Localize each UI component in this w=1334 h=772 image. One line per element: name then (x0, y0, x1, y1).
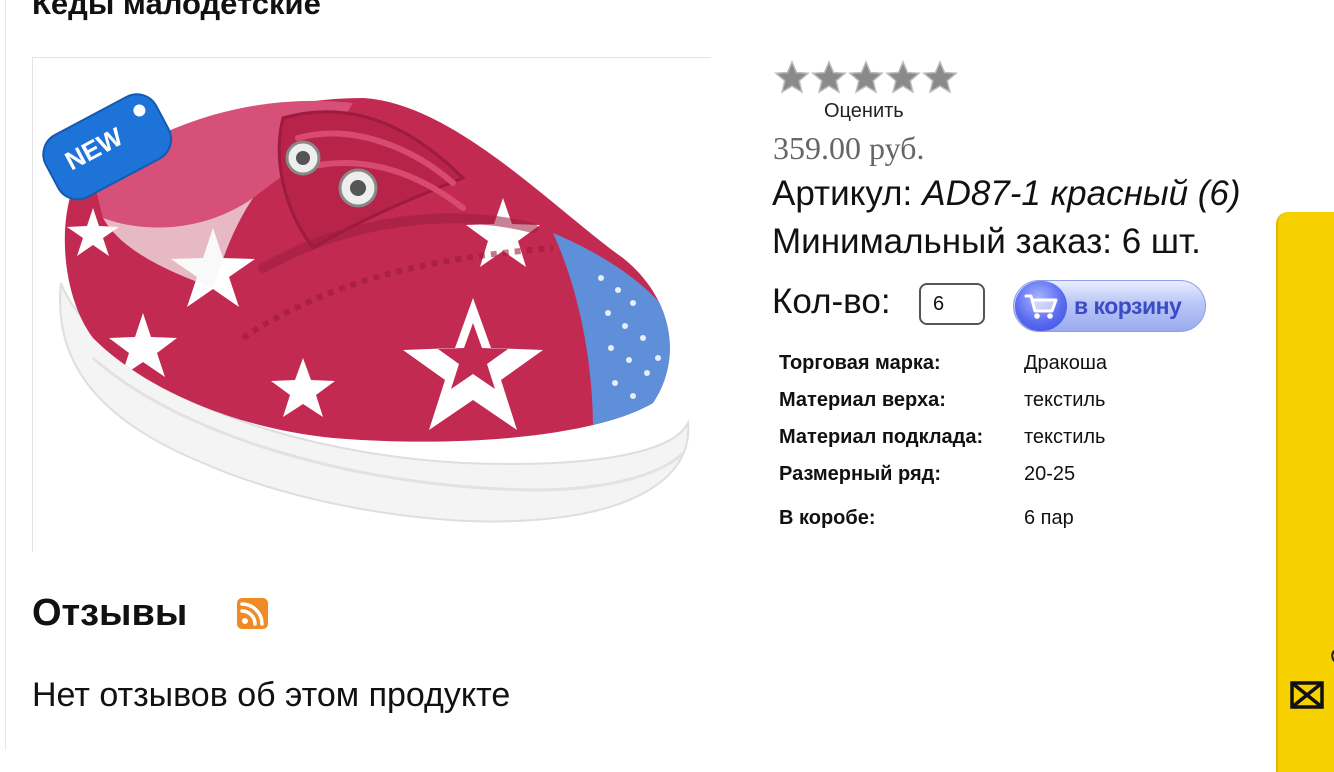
property-key: Материал верха: (779, 389, 946, 411)
property-value: текстиль (1024, 426, 1106, 448)
rating-widget[interactable]: Оценить (774, 60, 958, 122)
property-value: Дракоша (1024, 352, 1108, 374)
product-price: 359.00 руб. (773, 130, 925, 166)
property-key: Торговая марка: (779, 352, 941, 374)
quantity-label: Кол-во: (772, 282, 891, 321)
star-icon[interactable] (922, 60, 958, 94)
property-value: 20-25 (1024, 463, 1076, 485)
quantity-input[interactable] (919, 283, 985, 325)
no-reviews-text: Нет отзывов об этом продукте (32, 676, 511, 714)
star-icon[interactable] (885, 60, 921, 94)
property-value: текстиль (1024, 389, 1106, 411)
property-key: Размерный ряд: (779, 463, 942, 485)
product-photo[interactable]: NEW (32, 57, 711, 552)
rate-link[interactable]: Оценить (824, 100, 904, 123)
property-key: Материал подклада: (779, 426, 984, 448)
property-value: 6 пар (1024, 507, 1074, 529)
property-key: В коробе: (779, 507, 876, 529)
page-left-border (5, 0, 6, 750)
add-to-cart-label: в корзину (1074, 293, 1182, 319)
sku-line: Артикул: AD87-1 красный (6) (772, 174, 1241, 214)
mail-icon (1290, 681, 1324, 709)
min-order: Минимальный заказ: 6 шт. (772, 222, 1201, 261)
star-icon[interactable] (774, 60, 810, 94)
cart-icon-circle (1015, 281, 1067, 331)
ask-consultant-tab[interactable]: Задать вопрос консультанту (1276, 212, 1334, 772)
rating-stars[interactable] (774, 60, 958, 94)
shoe-image: NEW (42, 93, 690, 523)
shopping-cart-icon (1024, 294, 1058, 319)
star-icon[interactable] (848, 60, 884, 94)
rss-icon[interactable] (237, 598, 268, 629)
star-icon[interactable] (811, 60, 847, 94)
reviews-title: Отзывы (32, 592, 188, 634)
page-title: Кеды малодетские (32, 0, 321, 21)
sku-label: Артикул: (772, 174, 913, 213)
sku-value: AD87-1 красный (6) (922, 174, 1241, 213)
add-to-cart-button[interactable]: в корзину (1013, 280, 1206, 332)
ask-consultant-label: Задать вопрос консультанту (1326, 309, 1334, 664)
